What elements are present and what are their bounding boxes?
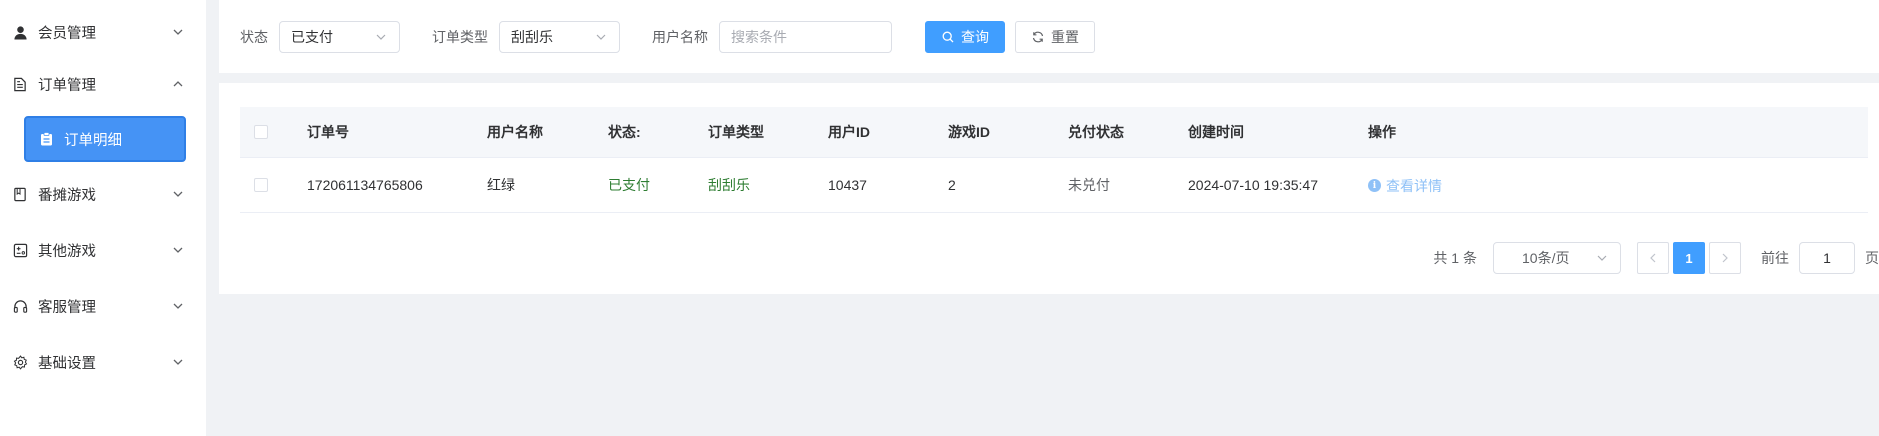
gear-icon bbox=[12, 354, 28, 370]
header-user-id: 用户ID bbox=[828, 124, 870, 140]
cell-user-id: 10437 bbox=[828, 177, 867, 193]
cell-actions: i 查看详情 bbox=[1368, 175, 1568, 196]
submenu-wrapper: 订单明细 bbox=[0, 112, 206, 166]
cell-game-id: 2 bbox=[948, 177, 956, 193]
chevron-left-icon bbox=[1650, 250, 1656, 266]
reset-button-label: 重置 bbox=[1051, 28, 1079, 45]
refresh-icon bbox=[1031, 30, 1045, 44]
header-redeem-status: 兑付状态 bbox=[1068, 124, 1124, 140]
chevron-down-icon bbox=[172, 244, 184, 256]
clipboard-icon bbox=[38, 131, 54, 147]
cell-created-time: 2024-07-10 19:35:47 bbox=[1188, 177, 1318, 193]
cell-order-no: 172061134765806 bbox=[307, 177, 423, 193]
sidebar-item-label: 订单明细 bbox=[64, 132, 122, 149]
page-number-current[interactable]: 1 bbox=[1673, 242, 1705, 274]
goto-label: 前往 bbox=[1761, 250, 1789, 266]
sidebar-item-label: 其他游戏 bbox=[38, 243, 96, 260]
sidebar-item-customer-service[interactable]: 客服管理 bbox=[0, 278, 206, 334]
reset-button[interactable]: 重置 bbox=[1015, 20, 1095, 53]
pagination-total: 共 1 条 bbox=[1433, 250, 1477, 266]
chevron-down-icon bbox=[595, 31, 607, 43]
sidebar-item-label: 客服管理 bbox=[38, 299, 96, 316]
view-details-label: 查看详情 bbox=[1386, 177, 1442, 194]
status-filter-label: 状态 bbox=[240, 28, 268, 45]
filter-bar: 状态 已支付 订单类型 刮刮乐 用户名称 查询 重置 bbox=[219, 0, 1879, 73]
sidebar-item-fantan[interactable]: 番摊游戏 bbox=[0, 166, 206, 222]
pagination: 共 1 条 10条/页 1 前往 页 bbox=[1433, 241, 1879, 275]
select-all-checkbox[interactable] bbox=[254, 125, 268, 139]
sidebar-item-label: 基础设置 bbox=[38, 355, 96, 372]
chevron-down-icon bbox=[172, 300, 184, 312]
chevron-down-icon bbox=[172, 356, 184, 368]
prev-page-button[interactable] bbox=[1637, 242, 1669, 274]
search-button-label: 查询 bbox=[961, 28, 989, 45]
type-select-value: 刮刮乐 bbox=[511, 28, 553, 45]
sidebar: 会员管理 订单管理 订单明细 番摊游戏 其他游戏 客服管理 基础设置 bbox=[0, 0, 206, 436]
select-all-cell bbox=[240, 125, 307, 139]
page-size-select[interactable]: 10条/页 bbox=[1493, 242, 1621, 274]
headset-icon bbox=[12, 298, 28, 314]
info-icon: i bbox=[1368, 179, 1381, 192]
sidebar-item-orders[interactable]: 订单管理 bbox=[0, 56, 206, 112]
book-icon bbox=[12, 186, 28, 202]
chevron-down-icon bbox=[172, 188, 184, 200]
sidebar-item-label: 番摊游戏 bbox=[38, 187, 96, 204]
goto-page-input[interactable] bbox=[1799, 242, 1855, 274]
status-select-value: 已支付 bbox=[291, 28, 333, 45]
status-select[interactable]: 已支付 bbox=[279, 20, 400, 53]
sidebar-item-member[interactable]: 会员管理 bbox=[0, 4, 206, 60]
type-select[interactable]: 刮刮乐 bbox=[499, 20, 620, 53]
sidebar-item-label: 会员管理 bbox=[38, 25, 96, 42]
chevron-up-icon bbox=[172, 78, 184, 90]
type-filter-label: 订单类型 bbox=[432, 28, 488, 45]
header-order-type: 订单类型 bbox=[708, 124, 764, 140]
header-order-no: 订单号 bbox=[307, 124, 349, 140]
header-game-id: 游戏ID bbox=[948, 124, 990, 140]
cell-order-type: 刮刮乐 bbox=[708, 177, 750, 193]
row-checkbox[interactable] bbox=[254, 178, 268, 192]
table-card: 订单号 用户名称 状态: 订单类型 用户ID 游戏ID 兑付状态 创建时间 操作… bbox=[219, 83, 1879, 294]
header-created-time: 创建时间 bbox=[1188, 124, 1244, 140]
search-icon bbox=[941, 30, 955, 44]
view-details-link[interactable]: i 查看详情 bbox=[1368, 176, 1442, 196]
cell-status: 已支付 bbox=[608, 177, 650, 193]
cell-username: 红绿 bbox=[487, 177, 515, 193]
chevron-down-icon bbox=[172, 26, 184, 38]
header-actions: 操作 bbox=[1368, 124, 1396, 140]
next-page-button[interactable] bbox=[1709, 242, 1741, 274]
username-search-input[interactable] bbox=[719, 20, 892, 53]
sidebar-item-other-games[interactable]: 其他游戏 bbox=[0, 222, 206, 278]
game-icon bbox=[12, 242, 28, 258]
user-icon bbox=[12, 24, 28, 40]
table-row: 172061134765806 红绿 已支付 刮刮乐 10437 2 未兑付 2… bbox=[240, 158, 1868, 213]
username-filter-label: 用户名称 bbox=[652, 28, 708, 45]
header-status: 状态: bbox=[608, 124, 641, 140]
chevron-right-icon bbox=[1722, 250, 1728, 266]
sidebar-item-label: 订单管理 bbox=[38, 77, 96, 94]
search-button[interactable]: 查询 bbox=[925, 20, 1005, 53]
page-size-value: 10条/页 bbox=[1522, 250, 1570, 266]
table-header: 订单号 用户名称 状态: 订单类型 用户ID 游戏ID 兑付状态 创建时间 操作 bbox=[240, 107, 1868, 158]
header-username: 用户名称 bbox=[487, 124, 543, 140]
row-select-cell bbox=[240, 178, 307, 192]
cell-redeem-status: 未兑付 bbox=[1068, 177, 1110, 193]
chevron-down-icon bbox=[375, 31, 387, 43]
orders-table: 订单号 用户名称 状态: 订单类型 用户ID 游戏ID 兑付状态 创建时间 操作… bbox=[240, 107, 1868, 213]
page-suffix-label: 页 bbox=[1865, 250, 1879, 266]
document-icon bbox=[12, 76, 28, 92]
sidebar-item-order-detail[interactable]: 订单明细 bbox=[24, 116, 186, 162]
sidebar-item-settings[interactable]: 基础设置 bbox=[0, 334, 206, 390]
chevron-down-icon bbox=[1596, 252, 1608, 264]
